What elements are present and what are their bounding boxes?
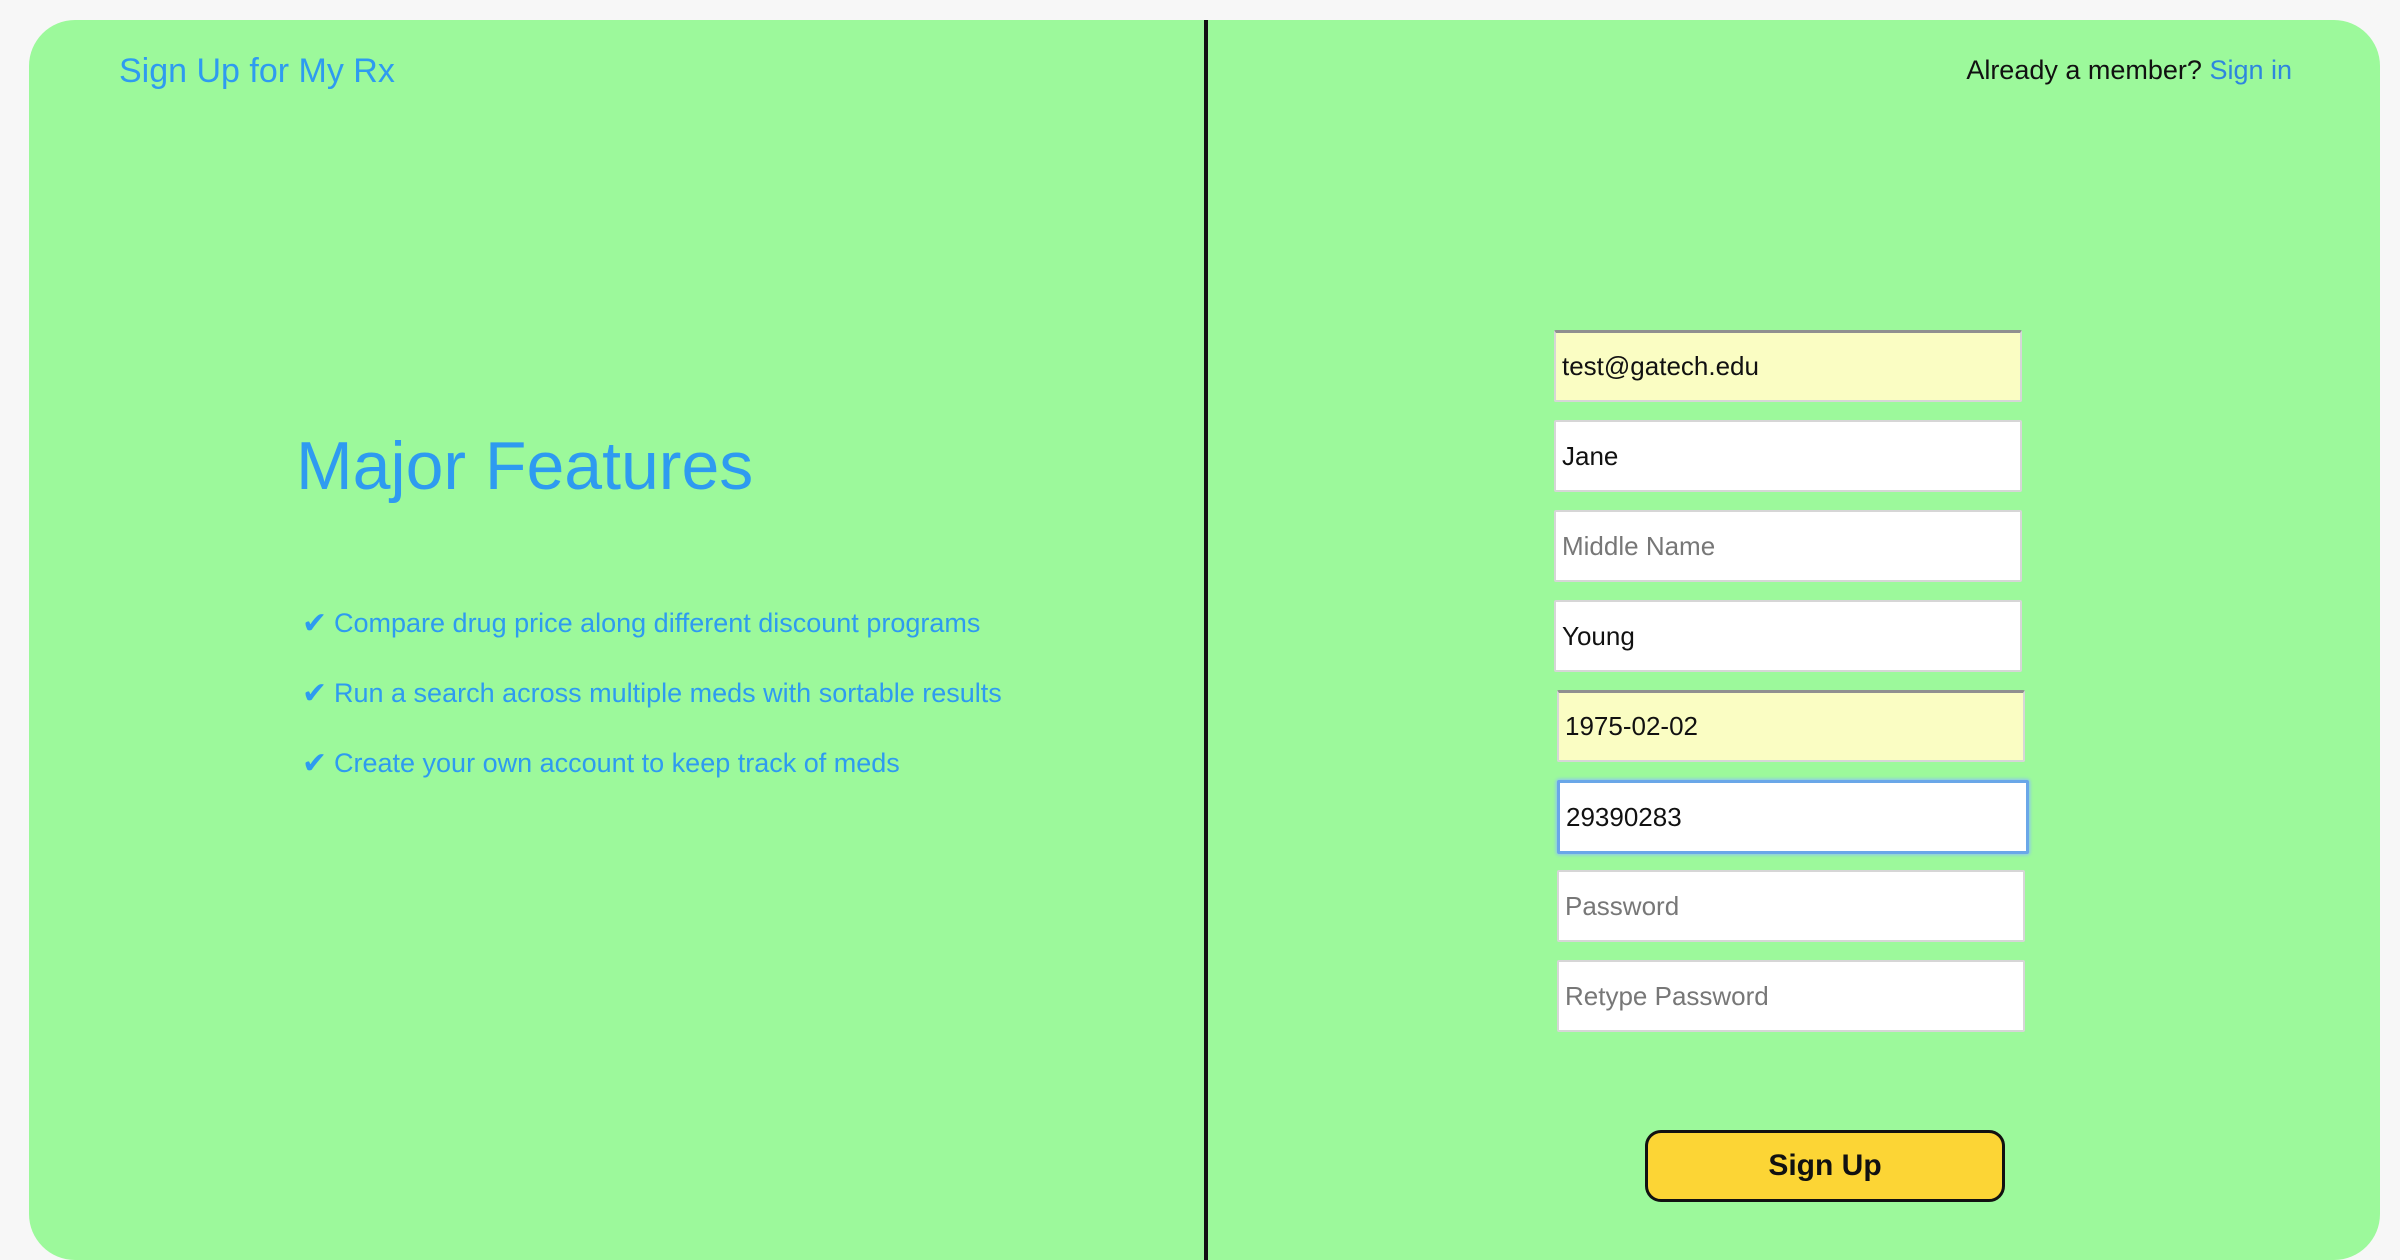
sign-up-button[interactable]: Sign Up [1645, 1130, 2005, 1202]
feature-item: ✔ Compare drug price along different dis… [302, 603, 1002, 643]
checkmark-icon: ✔ [302, 606, 328, 640]
member-prompt-text: Already a member? [1966, 55, 2202, 85]
last-name-field[interactable] [1554, 600, 2022, 672]
password-field[interactable] [1557, 870, 2025, 942]
checkmark-icon: ✔ [302, 676, 328, 710]
features-heading: Major Features [296, 428, 754, 504]
date-of-birth-field[interactable] [1557, 690, 2025, 762]
feature-text: Compare drug price along different disco… [334, 607, 981, 638]
brand-title: Sign Up for My Rx [119, 52, 395, 90]
first-name-field[interactable] [1554, 420, 2022, 492]
retype-password-field[interactable] [1557, 960, 2025, 1032]
middle-name-field[interactable] [1554, 510, 2022, 582]
feature-text: Create your own account to keep track of… [334, 747, 900, 778]
sign-in-link[interactable]: Sign in [2209, 55, 2292, 85]
phone-field[interactable] [1557, 780, 2029, 854]
signup-card: Sign Up for My Rx Major Features ✔ Compa… [29, 20, 2380, 1260]
feature-text: Run a search across multiple meds with s… [334, 677, 1002, 708]
features-panel: Sign Up for My Rx Major Features ✔ Compa… [29, 20, 1204, 1260]
feature-item: ✔ Run a search across multiple meds with… [302, 673, 1002, 713]
signup-panel: Already a member? Sign in Sign Up [1208, 20, 2380, 1260]
features-list: ✔ Compare drug price along different dis… [302, 603, 1002, 813]
member-prompt-row: Already a member? Sign in [1966, 55, 2292, 86]
email-field[interactable] [1554, 330, 2022, 402]
feature-item: ✔ Create your own account to keep track … [302, 743, 1002, 783]
checkmark-icon: ✔ [302, 746, 328, 780]
